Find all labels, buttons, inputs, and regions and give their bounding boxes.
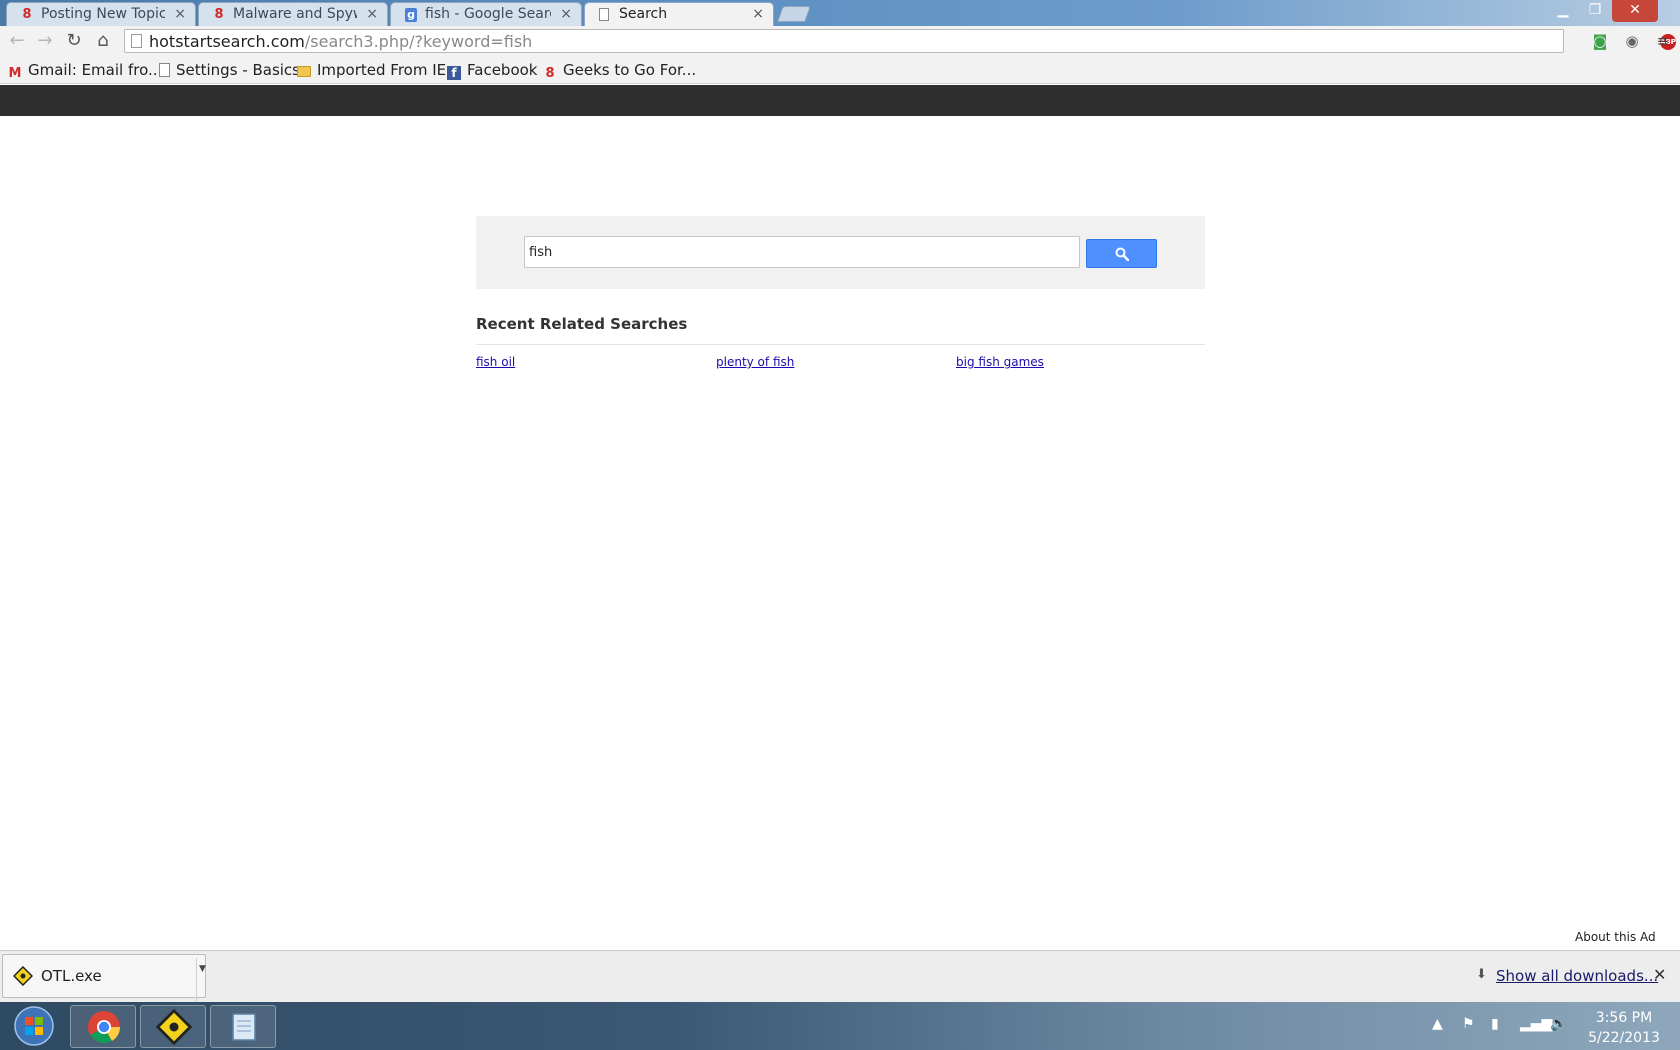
tab-label: Search: [619, 6, 668, 22]
clock-date: 5/22/2013: [1588, 1030, 1660, 1046]
home-icon[interactable]: ⌂: [92, 30, 114, 52]
about-this-ad-link[interactable]: About this Ad: [1575, 930, 1656, 944]
network-icon[interactable]: ▂▄▆: [1520, 1016, 1552, 1032]
document-icon: [599, 8, 609, 21]
close-window-icon[interactable]: ✕: [1612, 0, 1658, 22]
geeks-icon: 8: [545, 66, 555, 81]
search-icon: [1115, 247, 1129, 261]
close-tab-icon[interactable]: ×: [366, 6, 378, 22]
windows-taskbar: ▲ ⚑ ▮ ▂▄▆ 🔈 3:56 PM 5/22/2013: [0, 1002, 1680, 1050]
tab-label: fish - Google Search: [425, 6, 551, 22]
bookmark-settings-basics[interactable]: Settings - Basics: [159, 61, 300, 79]
menu-icon[interactable]: ≡: [1653, 31, 1673, 51]
restore-icon[interactable]: ❐: [1580, 0, 1610, 22]
related-searches-heading: Recent Related Searches: [476, 315, 688, 333]
facebook-icon: f: [447, 66, 461, 80]
download-item[interactable]: OTL.exe ▼: [2, 954, 206, 1002]
geeks-icon: 8: [22, 7, 32, 22]
related-link-big-fish-games[interactable]: big fish games: [956, 355, 1044, 369]
tab-malware-and-spyware[interactable]: 8 Malware and Spywar ×: [198, 2, 388, 26]
taskbar-otl[interactable]: [140, 1005, 206, 1048]
google-icon: g: [405, 8, 417, 22]
close-tab-icon[interactable]: ×: [560, 6, 572, 22]
extension-circle-icon[interactable]: ◉: [1622, 31, 1642, 51]
browser-toolbar: ← → ↻ ⌂ hotstartsearch.com/search3.php/?…: [0, 26, 1680, 56]
related-link-fish-oil[interactable]: fish oil: [476, 355, 515, 369]
taskbar-notepad[interactable]: [210, 1005, 276, 1048]
extension-icon[interactable]: ◙: [1590, 31, 1610, 51]
close-tab-icon[interactable]: ×: [752, 6, 764, 22]
bookmark-geeks-to-go[interactable]: 8 Geeks to Go For...: [543, 61, 696, 81]
tab-fish-google-search[interactable]: g fish - Google Search ×: [390, 2, 582, 26]
back-icon[interactable]: ←: [6, 30, 28, 52]
download-arrow-icon: ⬇: [1476, 967, 1487, 982]
close-shelf-icon[interactable]: ✕: [1653, 965, 1666, 984]
show-all-downloads-link[interactable]: Show all downloads...: [1496, 967, 1658, 985]
browser-titlebar: 8 Posting New Topic - × 8 Malware and Sp…: [0, 0, 1680, 26]
downloads-shelf: OTL.exe ▼ ⬇ Show all downloads... ✕: [0, 950, 1680, 1002]
taskbar-chrome[interactable]: [70, 1005, 136, 1048]
start-button[interactable]: [4, 1005, 60, 1047]
address-bar[interactable]: hotstartsearch.com/search3.php/?keyword=…: [124, 29, 1676, 53]
folder-icon: [297, 66, 311, 77]
url-text[interactable]: hotstartsearch.com/search3.php/?keyword=…: [149, 32, 532, 51]
tab-search[interactable]: Search ×: [584, 2, 774, 26]
bookmark-gmail[interactable]: M Gmail: Email fro...: [8, 61, 163, 81]
system-clock[interactable]: 3:56 PM 5/22/2013: [1584, 1008, 1664, 1048]
forward-icon[interactable]: →: [34, 30, 56, 52]
search-panel: [476, 216, 1205, 289]
chevron-down-icon[interactable]: ▼: [196, 958, 208, 1002]
document-icon: [159, 63, 170, 77]
otl-file-icon: [13, 966, 33, 986]
related-link-plenty-of-fish[interactable]: plenty of fish: [716, 355, 794, 369]
notepad-icon: [232, 1013, 256, 1041]
search-input[interactable]: [524, 236, 1080, 268]
tab-label: Malware and Spywar: [233, 6, 357, 22]
minimize-icon[interactable]: ▁: [1548, 0, 1578, 22]
show-hidden-icons-icon[interactable]: ▲: [1432, 1016, 1443, 1032]
bookmark-imported-from-ie[interactable]: Imported From IE: [297, 61, 446, 79]
new-tab-button[interactable]: [777, 6, 811, 22]
divider: [476, 344, 1205, 345]
tab-posting-new-topic[interactable]: 8 Posting New Topic - ×: [6, 2, 196, 26]
chrome-icon: [88, 1011, 121, 1044]
close-tab-icon[interactable]: ×: [174, 6, 186, 22]
gmail-icon: M: [8, 66, 22, 81]
download-file-name: OTL.exe: [41, 967, 102, 985]
geeks-icon: 8: [214, 7, 224, 22]
power-icon[interactable]: ▮: [1491, 1016, 1499, 1032]
search-button[interactable]: [1086, 239, 1157, 268]
bookmarks-bar: M Gmail: Email fro... Settings - Basics I…: [0, 56, 1680, 84]
clock-time: 3:56 PM: [1595, 1010, 1653, 1026]
action-center-flag-icon[interactable]: ⚑: [1462, 1016, 1475, 1032]
volume-icon[interactable]: 🔈: [1550, 1016, 1567, 1032]
site-header-bar: [0, 85, 1680, 116]
page-icon: [131, 34, 142, 48]
reload-icon[interactable]: ↻: [63, 30, 85, 52]
tab-label: Posting New Topic -: [41, 6, 165, 22]
bookmark-facebook[interactable]: f Facebook: [447, 61, 537, 80]
otl-icon: [156, 1009, 192, 1045]
